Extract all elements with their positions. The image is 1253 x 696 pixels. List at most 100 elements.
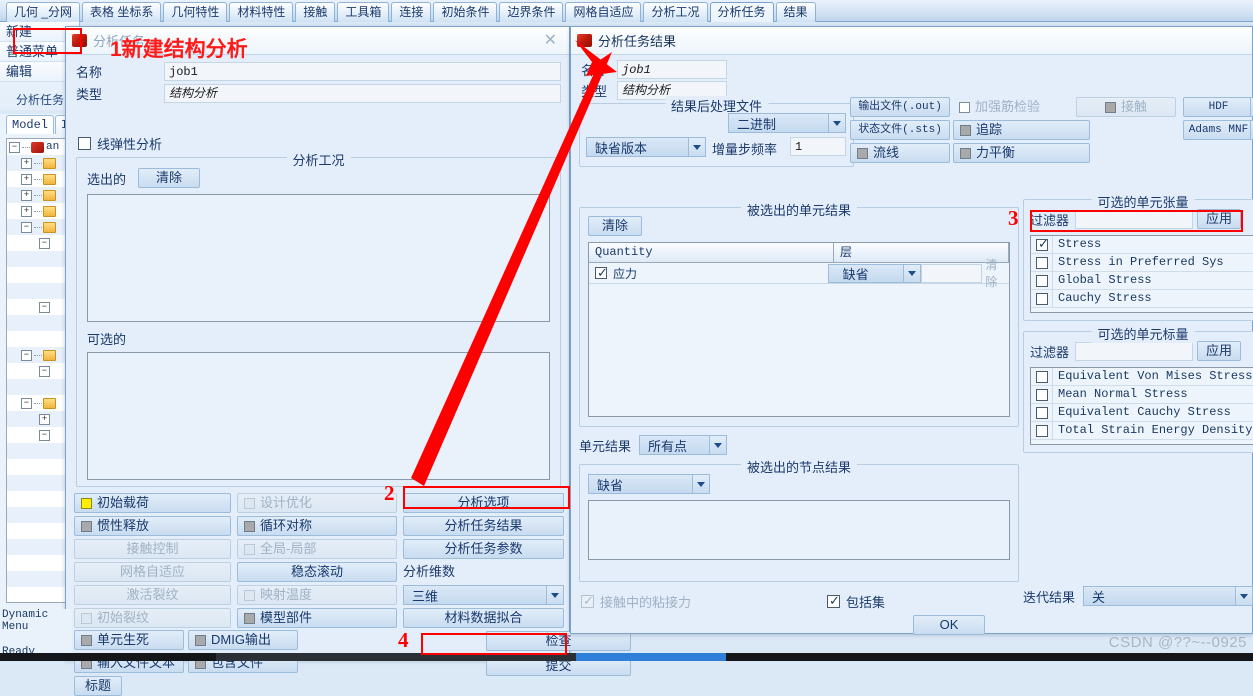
taskbar-item[interactable] [216, 653, 576, 661]
list-item[interactable]: Global Stress [1031, 272, 1253, 290]
tab-boundary-conditions[interactable]: 边界条件 [499, 2, 564, 22]
tree-body[interactable]: − an + + + + − − − − − − + − [6, 138, 70, 603]
element-birth-death-toggle[interactable]: 单元生死 [74, 630, 184, 650]
tab-contact[interactable]: 接触 [295, 2, 336, 22]
node-results-listbox[interactable] [588, 500, 1010, 560]
chevron-down-icon[interactable] [903, 264, 921, 282]
tab-jobs[interactable]: 分析任务 [709, 2, 774, 22]
tree-collapse-icon[interactable]: − [21, 349, 32, 361]
material-data-fit-button[interactable]: 材料数据拟合 [403, 608, 564, 628]
tree-expand-icon[interactable]: + [21, 173, 32, 185]
tree-row[interactable]: + [7, 411, 69, 427]
tree-collapse-icon[interactable]: − [9, 141, 20, 153]
tab-initial-conditions[interactable]: 初始条件 [433, 2, 498, 22]
chevron-down-icon[interactable] [828, 114, 845, 132]
scalar-list[interactable]: Equivalent Von Mises Stress Mean Normal … [1030, 367, 1253, 445]
tensor-apply-button[interactable]: 应用 [1197, 209, 1242, 229]
element-results-table[interactable]: Quantity 层 应力 缺省 清除 [588, 242, 1010, 417]
tree-collapse-icon[interactable]: − [39, 429, 50, 441]
tab-toolbox[interactable]: 工具箱 [337, 2, 390, 22]
tab-geometric-properties[interactable]: 几何特性 [163, 2, 228, 22]
tab-material-properties[interactable]: 材料特性 [229, 2, 294, 22]
job-results-button[interactable]: 分析任务结果 [403, 516, 564, 536]
tree-row[interactable] [7, 283, 69, 299]
checkbox-icon[interactable] [827, 593, 840, 608]
dmig-output-toggle[interactable]: DMIG输出 [188, 630, 298, 650]
tree-row[interactable]: − [7, 235, 69, 251]
row-clear-button[interactable]: 清除 [982, 256, 1009, 290]
list-item[interactable]: Stress [1031, 236, 1253, 254]
clear-loadcases-button[interactable]: 清除 [138, 168, 201, 188]
cyclic-symmetry-toggle[interactable]: 循环对称 [237, 516, 397, 536]
scalar-apply-button[interactable]: 应用 [1197, 341, 1242, 361]
job-name-input[interactable]: job1 [164, 62, 561, 81]
list-item[interactable]: Stress in Preferred Sys [1031, 254, 1253, 272]
tree-row[interactable] [7, 315, 69, 331]
tree-row[interactable]: − [7, 299, 69, 315]
hdf-button[interactable]: HDF [1183, 97, 1253, 117]
list-item[interactable]: Mean Normal Stress [1031, 386, 1253, 404]
tree-row[interactable] [7, 507, 69, 523]
tree-row[interactable]: + [7, 155, 69, 171]
tree-row[interactable] [7, 571, 69, 587]
row-checkbox-icon[interactable] [595, 265, 608, 280]
tree-expand-icon[interactable]: + [21, 157, 32, 169]
tree-row[interactable] [7, 491, 69, 507]
include-set-checkbox[interactable]: 包括集 [827, 592, 885, 611]
checkbox-icon[interactable] [78, 137, 91, 150]
row-layer-input[interactable] [921, 263, 983, 283]
element-result-select[interactable]: 所有点 [639, 435, 728, 455]
tree-row-root[interactable]: − an [7, 139, 69, 155]
job-parameters-button[interactable]: 分析任务参数 [403, 539, 564, 559]
title-button[interactable]: 标题 [74, 676, 122, 696]
tree-row[interactable]: − [7, 347, 69, 363]
checkbox-icon[interactable] [1036, 388, 1048, 401]
tree-row[interactable] [7, 539, 69, 555]
chevron-down-icon[interactable] [692, 475, 709, 493]
tree-row[interactable] [7, 267, 69, 283]
status-file-button[interactable]: 状态文件(.sts) [850, 120, 950, 140]
tab-table-coordinate[interactable]: 表格 坐标系 [82, 2, 162, 22]
analysis-dimension-select[interactable]: 三维 [403, 585, 564, 605]
output-file-button[interactable]: 输出文件(.out) [850, 97, 950, 117]
clear-element-results-button[interactable]: 清除 [588, 216, 642, 236]
list-item[interactable]: Cauchy Stress [1031, 290, 1253, 308]
list-item[interactable]: Equivalent Von Mises Stress [1031, 368, 1253, 386]
tree-row[interactable] [7, 331, 69, 347]
node-result-select[interactable]: 缺省 [588, 474, 710, 494]
tree-row[interactable] [7, 555, 69, 571]
tab-results[interactable]: 结果 [775, 2, 816, 22]
iteration-result-select[interactable]: 关 [1083, 586, 1253, 606]
linear-elastic-checkbox[interactable]: 线弹性分析 [78, 134, 162, 153]
tree-collapse-icon[interactable]: − [39, 301, 50, 313]
list-item[interactable]: Equivalent Cauchy Stress [1031, 404, 1253, 422]
list-item[interactable]: Total Strain Energy Density [1031, 422, 1253, 440]
tree-row[interactable]: − [7, 219, 69, 235]
checkbox-icon[interactable] [1036, 406, 1048, 419]
tree-row[interactable]: − [7, 427, 69, 443]
tree-collapse-icon[interactable]: − [39, 365, 50, 377]
checkbox-icon[interactable] [1036, 237, 1049, 252]
tree-expand-icon[interactable]: + [21, 205, 32, 217]
steady-state-rolling-button[interactable]: 稳态滚动 [237, 562, 397, 582]
tree-tab-model[interactable]: Model [6, 115, 55, 134]
post-version-select[interactable]: 缺省版本 [586, 137, 706, 157]
checkbox-icon[interactable] [1036, 292, 1048, 305]
streamline-toggle[interactable]: 流线 [850, 143, 950, 163]
tree-row[interactable]: + [7, 203, 69, 219]
tab-links[interactable]: 连接 [391, 2, 432, 22]
tree-collapse-icon[interactable]: − [21, 397, 32, 409]
model-parts-toggle[interactable]: 模型部件 [237, 608, 397, 628]
checkbox-icon[interactable] [1036, 424, 1048, 437]
tree-row[interactable] [7, 379, 69, 395]
force-balance-toggle[interactable]: 力平衡 [953, 143, 1090, 163]
ok-button[interactable]: OK [913, 615, 985, 635]
chevron-down-icon[interactable] [546, 586, 563, 604]
tensor-filter-input[interactable] [1075, 209, 1194, 229]
tree-collapse-icon[interactable]: − [39, 237, 50, 249]
checkbox-icon[interactable] [1036, 370, 1048, 383]
adams-mnf-button[interactable]: Adams MNF [1183, 120, 1253, 140]
table-row[interactable]: 应力 缺省 清除 [589, 258, 1009, 289]
tree-expand-icon[interactable]: + [21, 189, 32, 201]
increment-freq-input[interactable]: 1 [790, 137, 846, 156]
